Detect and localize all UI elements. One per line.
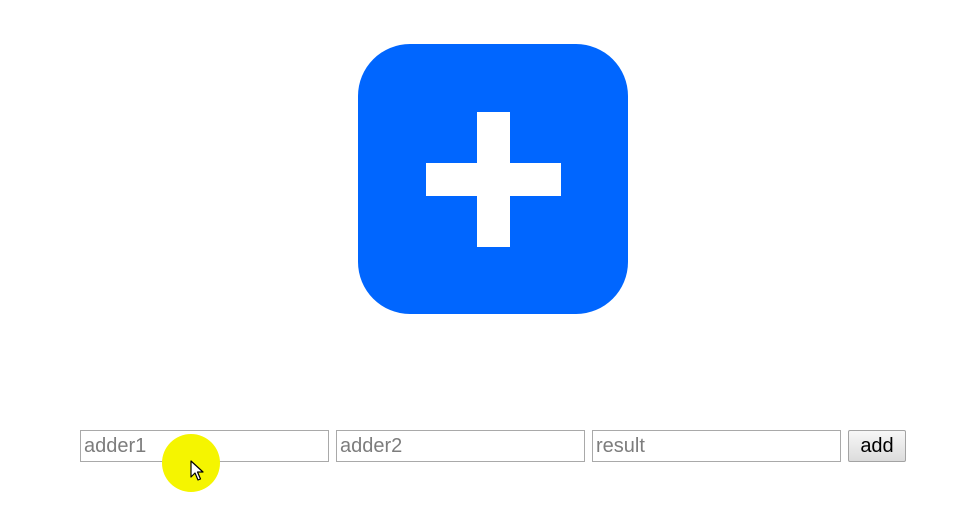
adder2-input[interactable] xyxy=(336,430,585,462)
mouse-pointer-icon xyxy=(190,460,204,481)
add-button[interactable]: add xyxy=(848,430,906,462)
result-input[interactable] xyxy=(592,430,841,462)
page: add xyxy=(0,0,980,512)
plus-logo xyxy=(358,44,628,314)
plus-icon xyxy=(426,112,561,247)
